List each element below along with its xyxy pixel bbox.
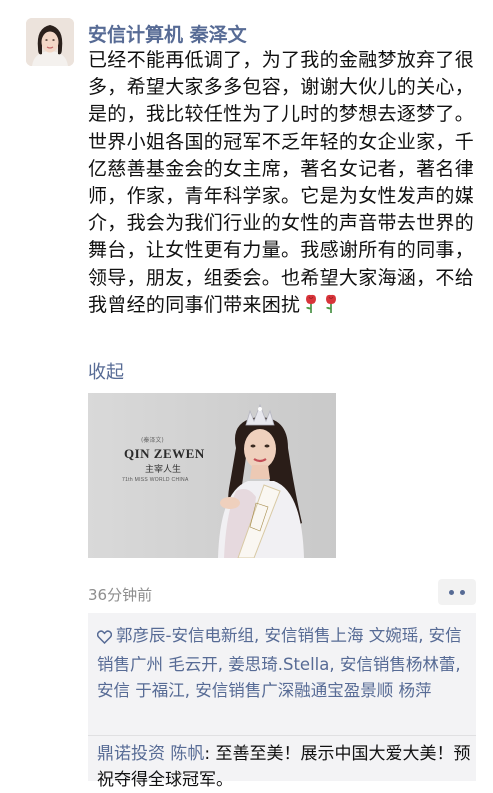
portrait-image [88,393,336,558]
divider [88,735,476,736]
author-name[interactable]: 安信计算机 秦泽文 [88,20,247,47]
rose-icon [302,294,320,322]
collapse-link[interactable]: 收起 [88,358,124,384]
post-text: 已经不能再低调了，为了我的金融梦放弃了很多，希望大家多多包容，谢谢大伙儿的关心，… [88,47,476,322]
rose-icon [322,294,340,322]
post-body: 已经不能再低调了，为了我的金融梦放弃了很多，希望大家多多包容，谢谢大伙儿的关心，… [88,49,475,316]
photo-name: QIN ZEWEN [124,446,205,461]
dot [449,590,454,595]
comment-author[interactable]: 鼎诺投资 陈帆 [97,744,204,764]
likes-names[interactable]: 郭彦辰-安信电新组, 安信销售上海 文婉瑶, 安信销售广州 毛云开, 姜思琦.S… [97,626,462,700]
comment-separator: : [204,744,216,764]
more-dots-icon[interactable] [438,579,476,605]
avatar[interactable] [26,18,74,66]
likes-comments-panel: 郭彦辰-安信电新组, 安信销售上海 文婉瑶, 安信销售广州 毛云开, 姜思琦.S… [88,613,476,790]
photo-tag: (秦泽文) [141,437,164,444]
avatar-photo-icon [26,18,74,66]
heart-icon [96,626,113,652]
likes-list: 郭彦辰-安信电新组, 安信销售上海 文婉瑶, 安信销售广州 毛云开, 姜思琦.S… [96,623,473,704]
comment-item[interactable]: 鼎诺投资 陈帆: 至善至美！展示中国大爱大美！预祝夺得全球冠军。 [97,741,473,793]
dot [460,590,465,595]
post-photo[interactable]: (秦泽文) QIN ZEWEN 主宰人生 71th MISS WORLD CHI… [88,393,336,558]
photo-subtitle: 主宰人生 [145,465,182,475]
photo-caption: 71th MISS WORLD CHINA [122,477,189,483]
post-time: 36分钟前 [88,586,153,604]
